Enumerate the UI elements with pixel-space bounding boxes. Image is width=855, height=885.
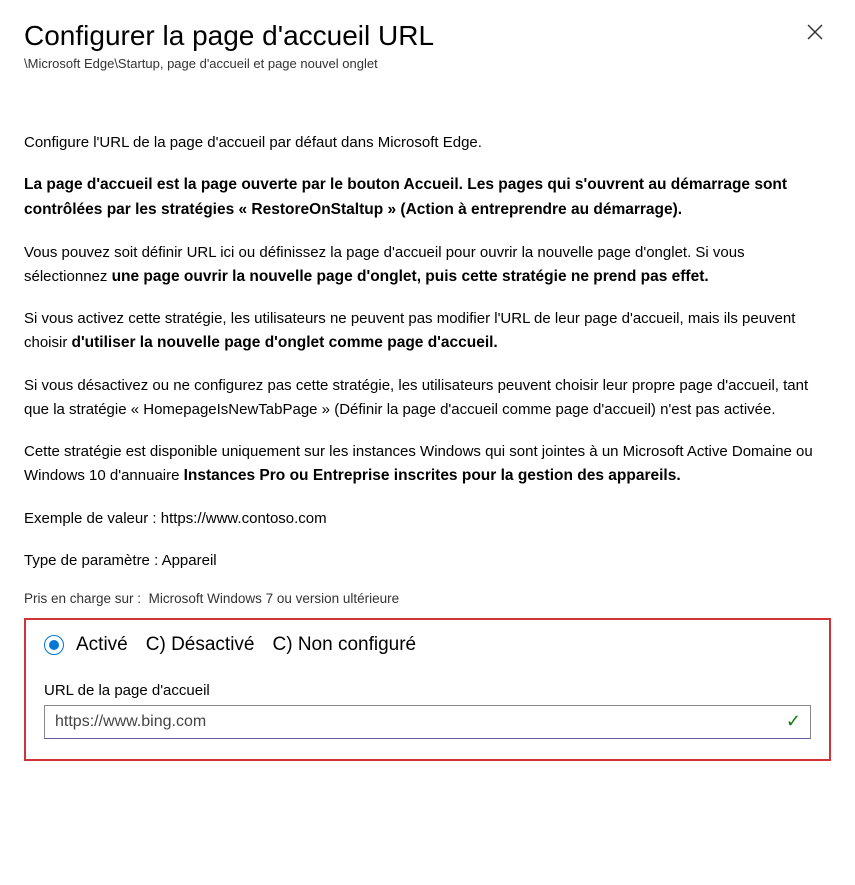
- description-availability: Cette stratégie est disponible uniquemen…: [24, 440, 831, 489]
- setting-type: Type de paramètre : Appareil: [24, 549, 831, 573]
- description-define: Vous pouvez soit définir URL ici ou défi…: [24, 241, 831, 290]
- description-intro: Configure l'URL de la page d'accueil par…: [24, 131, 831, 155]
- close-button[interactable]: [799, 20, 831, 48]
- description-homepage: La page d'accueil est la page ouverte pa…: [24, 173, 831, 223]
- config-panel: Activé C) Désactivé C) Non configuré URL…: [24, 618, 831, 761]
- description-enable: Si vous activez cette stratégie, les uti…: [24, 307, 831, 356]
- radio-enabled-label: Activé: [76, 634, 128, 656]
- radio-disabled-label[interactable]: C) Désactivé: [146, 634, 255, 656]
- radio-notconfigured-label[interactable]: C) Non configuré: [273, 634, 417, 656]
- radio-enabled[interactable]: [44, 635, 64, 655]
- close-icon: [807, 24, 823, 40]
- homepage-url-input[interactable]: [44, 705, 811, 739]
- page-title: Configurer la page d'accueil URL: [24, 20, 434, 52]
- checkmark-icon: ✓: [786, 711, 801, 732]
- breadcrumb: \Microsoft Edge\Startup, page d'accueil …: [24, 56, 434, 71]
- url-input-label: URL de la page d'accueil: [44, 682, 811, 699]
- example-value: Exemple de valeur : https://www.contoso.…: [24, 507, 831, 531]
- supported-on: Pris en charge sur : Microsoft Windows 7…: [24, 591, 831, 606]
- radio-group: Activé C) Désactivé C) Non configuré: [44, 634, 811, 656]
- description-disable: Si vous désactivez ou ne configurez pas …: [24, 374, 831, 422]
